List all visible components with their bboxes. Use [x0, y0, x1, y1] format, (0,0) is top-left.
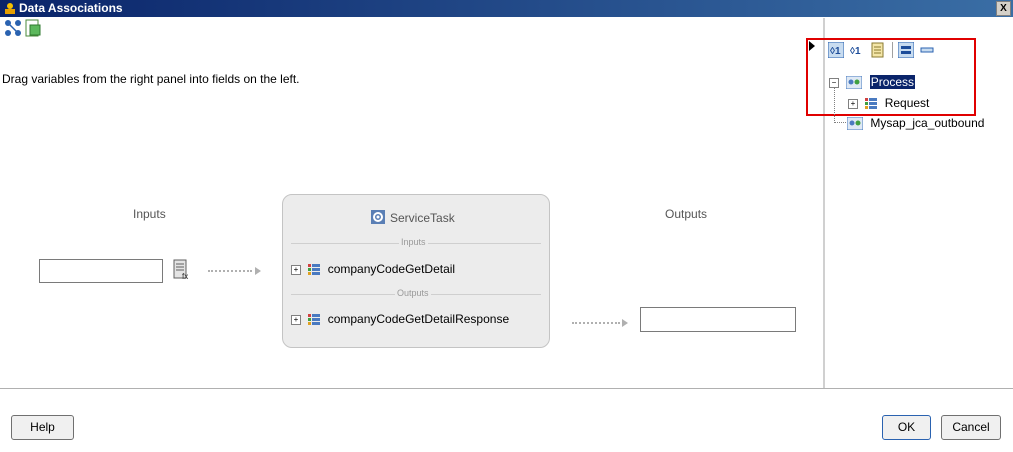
service-task-title: ServiceTask [390, 211, 455, 225]
task-input-label: companyCodeGetDetail [327, 262, 456, 276]
tree-node-process-label: Process [869, 75, 916, 89]
ok-button[interactable]: OK [882, 415, 931, 440]
title-bar: Data Associations X [0, 0, 1013, 17]
close-button[interactable]: X [996, 1, 1011, 16]
tree-line [834, 122, 846, 124]
show-used-icon[interactable]: ◊1 [849, 42, 865, 58]
inputs-section-label: Inputs [399, 237, 428, 247]
output-connector [572, 322, 620, 325]
svg-text:◊1: ◊1 [830, 46, 841, 57]
expand-icon[interactable]: + [848, 98, 858, 109]
service-icon [847, 117, 863, 131]
button-bar-divider [0, 388, 1013, 389]
input-arrow-icon [255, 267, 261, 275]
input-field[interactable] [39, 259, 163, 283]
expression-builder-icon[interactable]: fx [173, 259, 191, 281]
task-output-label: companyCodeGetDetailResponse [327, 312, 510, 326]
view-icon[interactable] [898, 42, 914, 58]
triangle-marker-icon [809, 41, 815, 51]
collapse-icon[interactable] [919, 42, 935, 58]
mapping-icon[interactable] [4, 19, 22, 37]
list-icon [865, 97, 878, 109]
tree-node-mysap[interactable]: Mysap_jca_outbound [847, 116, 985, 131]
help-button[interactable]: Help [11, 415, 74, 440]
cancel-button[interactable]: Cancel [941, 415, 1001, 440]
task-input-item[interactable]: + companyCodeGetDetail [291, 262, 455, 276]
tree-node-request[interactable]: + Request [848, 96, 929, 110]
tree-node-process[interactable]: − Process [829, 75, 916, 90]
app-icon [5, 3, 15, 14]
task-output-item[interactable]: + companyCodeGetDetailResponse [291, 312, 509, 326]
collapse-node-icon[interactable]: − [829, 77, 839, 88]
svg-text:fx: fx [182, 272, 188, 281]
show-all-icon[interactable]: ◊1 [828, 42, 844, 58]
outputs-section-label: Outputs [395, 288, 431, 298]
expression-icon[interactable] [24, 19, 42, 37]
output-arrow-icon [622, 319, 628, 327]
window-title: Data Associations [19, 1, 123, 15]
toolbar-separator [892, 42, 893, 58]
process-icon [846, 76, 863, 90]
svg-text:◊1: ◊1 [850, 46, 861, 57]
outputs-label: Outputs [665, 207, 708, 221]
instruction-text: Drag variables from the right panel into… [2, 72, 300, 86]
inputs-label: Inputs [133, 207, 166, 221]
input-connector [208, 270, 252, 273]
service-task-icon [371, 210, 385, 224]
expand-icon[interactable]: + [291, 264, 301, 275]
output-field[interactable] [640, 307, 796, 332]
list-icon [308, 313, 321, 325]
tree-node-request-label: Request [884, 96, 930, 110]
tree-node-mysap-label: Mysap_jca_outbound [870, 116, 985, 130]
properties-icon[interactable] [870, 42, 886, 58]
tree-line [834, 84, 836, 123]
expand-icon[interactable]: + [291, 314, 301, 325]
list-icon [308, 263, 321, 275]
service-task-box: ServiceTask Inputs + companyCodeGetDetai… [282, 194, 550, 348]
